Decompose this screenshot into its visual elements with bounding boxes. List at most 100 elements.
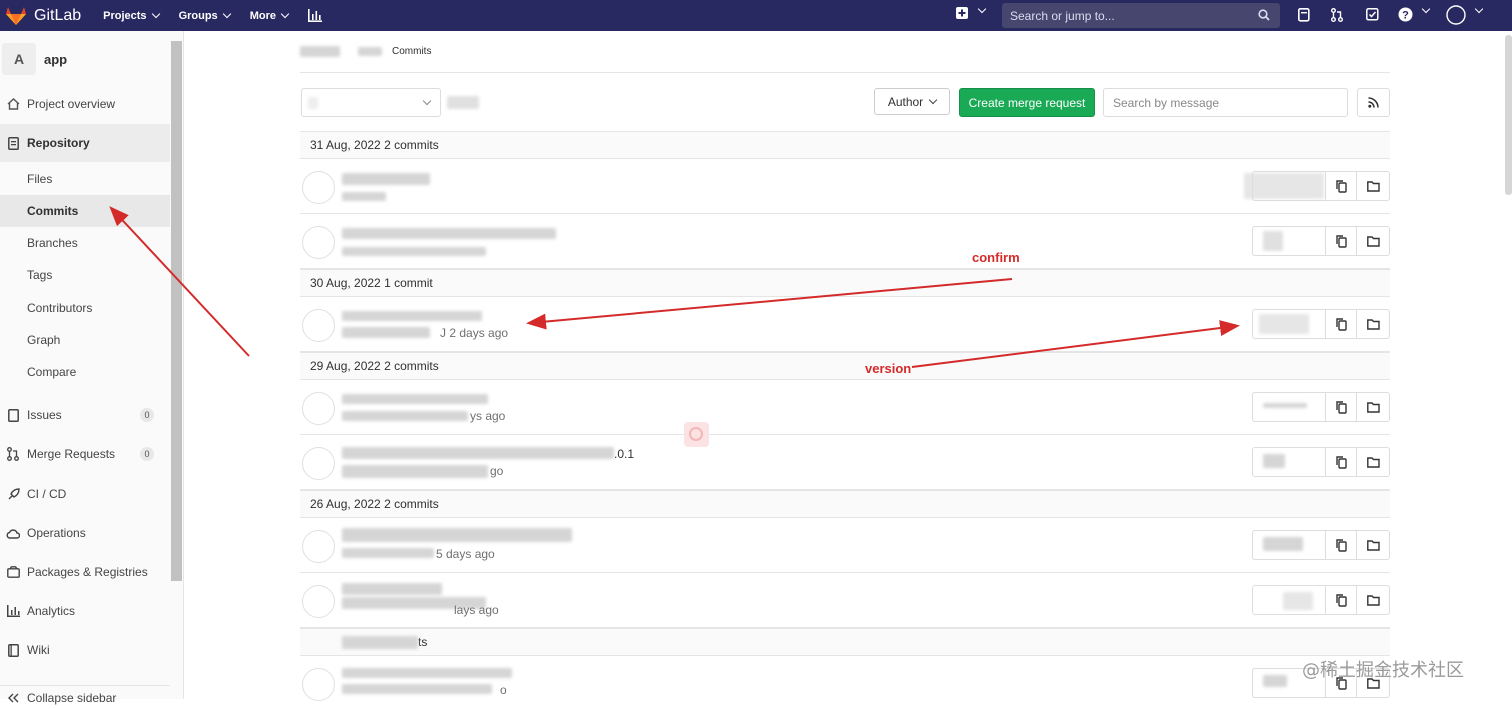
sidebar-item-operations[interactable]: Operations [0,520,170,546]
author-filter-label: Author [887,94,924,109]
author-avatar[interactable] [302,668,335,701]
commit-title-redacted[interactable] [342,228,556,239]
browse-files-button[interactable] [1356,447,1390,477]
gitlab-brand[interactable]: GitLab [6,6,82,25]
commit-title-redacted[interactable] [342,668,512,678]
package-icon [6,565,20,579]
help-icon[interactable]: ? [1398,7,1413,22]
merge-request-icon[interactable] [1331,8,1343,22]
commit-sha-button[interactable] [1252,447,1326,477]
todo-check-icon[interactable] [1366,8,1379,21]
chevron-down-icon[interactable] [977,4,987,14]
rss-feed-button[interactable] [1357,88,1390,117]
create-merge-request-button[interactable]: Create merge request [959,88,1095,117]
sidebar-item-contributors[interactable]: Contributors [0,295,170,321]
activity-chart-icon[interactable] [307,9,322,22]
sidebar-label: Files [27,172,53,186]
sidebar-item-compare[interactable]: Compare [0,359,170,385]
chevron-down-icon[interactable] [1474,4,1484,14]
browse-files-button[interactable] [1356,309,1390,339]
sidebar-item-issues[interactable]: Issues 0 [0,402,170,428]
commit-sha-button[interactable] [1252,226,1326,256]
author-avatar[interactable] [302,226,335,259]
sha-redacted [1283,592,1313,610]
commit-day-header: 31 Aug, 2022 2 commits [300,131,1390,159]
browse-files-button[interactable] [1356,171,1390,201]
sidebar-scrollbar[interactable] [171,41,182,581]
nav-projects[interactable]: Projects [103,10,160,22]
issues-todo-icon[interactable] [1298,8,1310,22]
sidebar-item-graph[interactable]: Graph [0,327,170,353]
browse-files-button[interactable] [1356,530,1390,560]
browse-files-button[interactable] [1356,226,1390,256]
sidebar-item-cicd[interactable]: CI / CD [0,481,170,507]
brand-name: GitLab [34,6,82,24]
breadcrumb-project-redacted[interactable] [358,47,382,56]
commit-author-redacted [342,684,492,694]
search-icon [689,427,703,441]
sidebar-item-commits[interactable]: Commits [0,195,170,227]
commit-sha-button[interactable] [1252,585,1326,615]
watermark-text: @稀土掘金技术社区 [1302,660,1464,681]
commit-title-redacted[interactable] [342,173,430,185]
author-filter-button[interactable]: Author [874,88,950,115]
sidebar-item-packages[interactable]: Packages & Registries [0,559,170,585]
commit-sha-button[interactable] [1252,530,1326,560]
commit-author-redacted [342,411,468,421]
commit-title-redacted[interactable] [342,447,614,459]
sidebar-item-analytics[interactable]: Analytics [0,598,170,624]
commit-sha-button[interactable] [1252,392,1326,422]
sidebar-item-project-overview[interactable]: Project overview [0,91,170,117]
chevron-down-icon[interactable] [1421,4,1431,14]
branch-selector[interactable] [301,88,441,117]
commit-title-redacted[interactable] [342,528,572,542]
commit-row[interactable] [300,214,1390,269]
nav-more[interactable]: More [250,10,290,22]
author-avatar[interactable] [302,309,335,342]
sidebar-item-tags[interactable]: Tags [0,262,170,288]
copy-sha-button[interactable] [1325,226,1357,256]
sidebar-item-files[interactable]: Files [0,166,170,192]
top-nav: Projects Groups More [103,9,322,22]
commit-sha-button[interactable] [1252,171,1326,201]
sidebar-label: Operations [27,526,86,540]
author-avatar[interactable] [302,171,335,204]
global-search-input[interactable]: Search or jump to... [1002,3,1280,28]
browse-files-button[interactable] [1356,585,1390,615]
commit-row[interactable]: lays ago [300,573,1390,628]
author-avatar[interactable] [302,447,335,480]
page-scrollbar[interactable] [1505,35,1512,195]
copy-sha-button[interactable] [1325,447,1357,477]
top-navbar: GitLab Projects Groups More Search or ju… [0,0,1512,31]
sidebar-item-branches[interactable]: Branches [0,230,170,256]
search-by-message-input[interactable] [1103,88,1348,117]
sidebar-item-repository[interactable]: Repository [0,124,170,162]
copy-sha-button[interactable] [1325,309,1357,339]
project-header[interactable]: A app [0,43,67,75]
commit-row[interactable] [300,159,1390,214]
sidebar-item-merge-requests[interactable]: Merge Requests 0 [0,441,170,467]
breadcrumb-group-redacted[interactable] [300,46,340,57]
collapse-sidebar-button[interactable]: Collapse sidebar [0,685,170,709]
plus-square-icon[interactable] [956,7,968,19]
sidebar-item-wiki[interactable]: Wiki [0,637,170,663]
commit-row[interactable]: J 2 days ago [300,297,1390,352]
commit-title-redacted[interactable] [342,583,442,595]
commit-row[interactable]: 5 days ago [300,518,1390,573]
author-avatar[interactable] [302,392,335,425]
author-avatar[interactable] [302,585,335,618]
commit-row[interactable]: .0.1 go [300,435,1390,490]
copy-sha-button[interactable] [1325,171,1357,201]
commit-sha-button[interactable] [1252,309,1326,339]
commit-title-redacted[interactable] [342,311,482,321]
copy-sha-button[interactable] [1325,392,1357,422]
commit-title-redacted[interactable] [342,394,488,404]
author-avatar[interactable] [302,530,335,563]
browse-files-button[interactable] [1356,392,1390,422]
user-avatar-icon[interactable] [1446,5,1466,25]
commit-row[interactable]: ys ago [300,380,1390,435]
commit-row[interactable]: o [300,656,1390,701]
copy-sha-button[interactable] [1325,530,1357,560]
copy-sha-button[interactable] [1325,585,1357,615]
nav-groups[interactable]: Groups [179,10,231,22]
